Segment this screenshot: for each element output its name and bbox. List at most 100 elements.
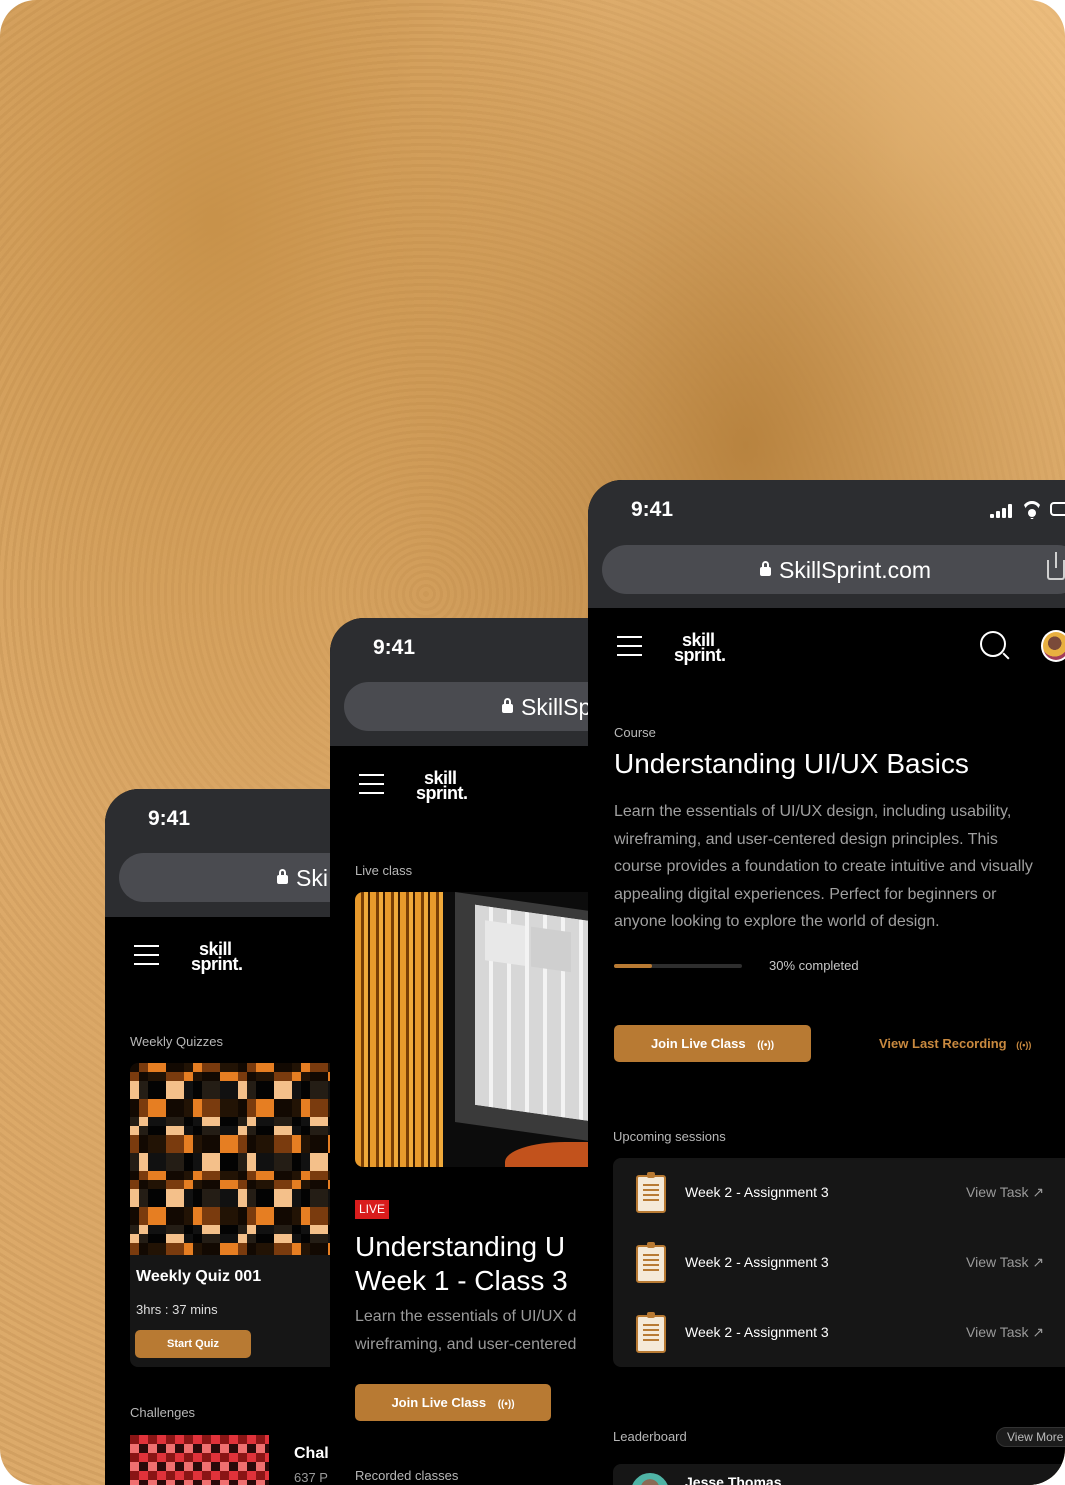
- session-title: Week 2 - Assignment 3: [685, 1254, 829, 1270]
- phone-quizzes: 9:41 Ski skill sprint. Weekly Quizzes We…: [105, 789, 330, 1485]
- desc-line: Learn the essentials of UI/UX design, in…: [614, 803, 1012, 820]
- lock-icon: [760, 561, 771, 576]
- view-more-button[interactable]: View More: [996, 1427, 1065, 1447]
- desc-line: wireframing, and user-centered design pr…: [614, 830, 998, 848]
- url-field[interactable]: Ski: [119, 853, 330, 902]
- join-live-class-label: Join Live Class: [391, 1395, 487, 1410]
- status-bar: 9:41: [105, 789, 330, 853]
- course-title: Understanding UI/UX Basics: [614, 748, 969, 779]
- phone-course: 9:41 SkillSprint.com skill sprint. Cours…: [588, 480, 1065, 1485]
- session-title: Week 2 - Assignment 3: [685, 1184, 829, 1200]
- share-icon[interactable]: [1047, 552, 1065, 580]
- url-field[interactable]: SkillSprint.com: [602, 545, 1065, 594]
- phone-live-class: 9:41 SkillSp skill sprint. Live class LI…: [330, 618, 588, 1485]
- arrow-up-right-icon: ↗: [1032, 1184, 1045, 1200]
- view-task-link[interactable]: View Task ↗: [966, 1254, 1044, 1271]
- view-task-label: View Task: [966, 1254, 1029, 1270]
- skillsprint-logo[interactable]: skill sprint.: [416, 769, 468, 802]
- search-icon[interactable]: [980, 631, 1010, 661]
- challenge-title: Chal: [294, 1445, 329, 1462]
- session-row[interactable]: Week 2 - Assignment 3 View Task ↗: [613, 1158, 1065, 1228]
- desk-image: [505, 1142, 588, 1167]
- quiz-title: Weekly Quiz 001: [136, 1268, 262, 1285]
- quiz-card[interactable]: Weekly Quiz 001 3hrs : 37 mins Start Qui…: [130, 1063, 330, 1367]
- challenge-meta: 637 P: [294, 1470, 328, 1485]
- section-title-leaderboard: Leaderboard: [613, 1429, 687, 1444]
- join-live-class-button[interactable]: Join Live Class ((•)): [614, 1025, 811, 1062]
- menu-icon[interactable]: [617, 636, 642, 656]
- view-task-label: View Task: [966, 1184, 1029, 1200]
- desc-line: course provides a foundation to create i…: [614, 858, 1033, 875]
- background-frame: 9:41 Ski skill sprint. Weekly Quizzes We…: [0, 0, 1065, 1485]
- assignment-icon: [636, 1242, 666, 1283]
- assignment-icon: [636, 1312, 666, 1353]
- monitor-screen-image: [455, 892, 588, 1145]
- browser-bar: SkillSprint.com: [588, 544, 1065, 608]
- quiz-pattern-overlay: [130, 1063, 330, 1255]
- url-text: SkillSp: [521, 694, 588, 720]
- skillsprint-logo[interactable]: skill sprint.: [674, 631, 726, 664]
- section-title-challenges: Challenges: [130, 1405, 196, 1420]
- avatar[interactable]: [1041, 630, 1065, 662]
- live-class-title-line1: Understanding U: [355, 1231, 566, 1262]
- status-time: 9:41: [148, 807, 191, 830]
- course-label: Course: [614, 725, 656, 740]
- status-time: 9:41: [373, 636, 416, 659]
- desc-line: appealing digital experiences. Perfect f…: [614, 885, 997, 903]
- session-row[interactable]: Week 2 - Assignment 3 View Task ↗: [613, 1228, 1065, 1298]
- url-text: Ski: [296, 865, 328, 891]
- course-description: Learn the essentials of UI/UX design, in…: [614, 798, 1065, 936]
- assignment-icon: [636, 1172, 666, 1213]
- signal-icon: [990, 504, 1014, 518]
- wood-slats-image: [355, 892, 443, 1167]
- section-title-recorded-classes: Recorded classes: [355, 1468, 459, 1483]
- progress-text: 30% completed: [769, 958, 859, 973]
- live-badge: LIVE: [355, 1200, 390, 1219]
- session-row[interactable]: Week 2 - Assignment 3 View Task ↗: [613, 1298, 1065, 1368]
- view-task-label: View Task: [966, 1324, 1029, 1340]
- section-title-upcoming-sessions: Upcoming sessions: [613, 1129, 726, 1144]
- section-title-live-class: Live class: [355, 863, 413, 878]
- start-quiz-button[interactable]: Start Quiz: [135, 1330, 251, 1358]
- lock-icon: [502, 698, 513, 713]
- arrow-up-right-icon: ↗: [1032, 1324, 1045, 1340]
- wifi-icon: [1022, 501, 1042, 519]
- battery-icon: [1050, 502, 1065, 516]
- broadcast-icon: ((•)): [497, 1399, 515, 1410]
- status-time: 9:41: [631, 498, 674, 521]
- browser-bar: SkillSp: [330, 682, 588, 746]
- join-live-class-label: Join Live Class: [650, 1036, 746, 1051]
- arrow-up-right-icon: ↗: [1032, 1254, 1045, 1270]
- leader-avatar: [631, 1473, 669, 1485]
- live-class-desc-line1: Learn the essentials of UI/UX d: [355, 1308, 577, 1325]
- view-recording-label: View Last Recording: [879, 1036, 1007, 1051]
- desc-line: anyone looking to explore the world of d…: [614, 913, 940, 930]
- progress-track: [614, 964, 742, 968]
- browser-bar: Ski: [105, 853, 330, 917]
- view-task-link[interactable]: View Task ↗: [966, 1324, 1044, 1341]
- status-bar: 9:41: [588, 480, 1065, 544]
- view-task-link[interactable]: View Task ↗: [966, 1184, 1044, 1201]
- challenge-thumbnail: [130, 1435, 269, 1485]
- leader-name: Jesse Thomas: [685, 1474, 782, 1485]
- menu-icon[interactable]: [134, 945, 159, 965]
- live-class-desc-line2: wireframing, and user-centered: [355, 1336, 577, 1353]
- section-title-weekly-quizzes: Weekly Quizzes: [130, 1034, 223, 1049]
- live-class-title-line2: Week 1 - Class 3: [355, 1265, 568, 1296]
- skillsprint-logo[interactable]: skill sprint.: [191, 940, 243, 973]
- live-class-thumbnail[interactable]: [355, 892, 588, 1167]
- broadcast-icon: ((•)): [1016, 1040, 1032, 1050]
- session-title: Week 2 - Assignment 3: [685, 1324, 829, 1340]
- progress-fill: [614, 964, 653, 968]
- quiz-duration: 3hrs : 37 mins: [136, 1302, 218, 1317]
- lock-icon: [277, 869, 288, 884]
- menu-icon[interactable]: [359, 774, 384, 794]
- join-live-class-button[interactable]: Join Live Class ((•)): [355, 1384, 551, 1421]
- url-field[interactable]: SkillSp: [344, 682, 588, 731]
- url-text: SkillSprint.com: [779, 557, 932, 583]
- leaderboard-card: Jesse Thomas: [613, 1464, 1065, 1485]
- status-bar: 9:41: [330, 618, 588, 682]
- broadcast-icon: ((•)): [757, 1040, 775, 1051]
- view-last-recording-link[interactable]: View Last Recording ((•)): [879, 1036, 1031, 1051]
- upcoming-sessions-card: Week 2 - Assignment 3 View Task ↗ Week 2…: [613, 1158, 1065, 1367]
